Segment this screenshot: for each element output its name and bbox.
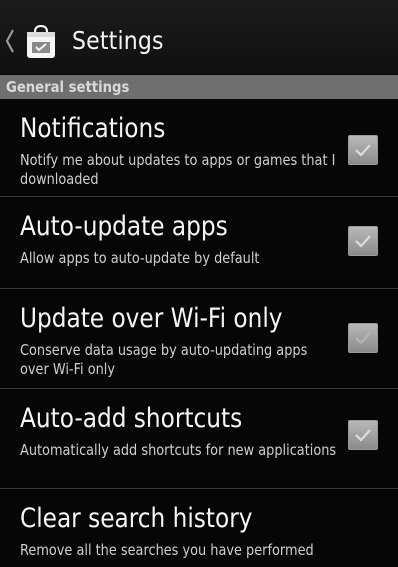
- preference-title: Notifications: [20, 113, 166, 144]
- auto-update-checkbox[interactable]: [348, 226, 378, 256]
- preference-clear-search-history[interactable]: Clear search history Remove all the sear…: [0, 488, 398, 566]
- preference-update-wifi-only[interactable]: Update over Wi-Fi only Conserve data usa…: [0, 288, 398, 388]
- section-header-label: General settings: [6, 78, 130, 96]
- preference-title: Update over Wi-Fi only: [20, 303, 283, 334]
- preference-list: Notifications Notify me about updates to…: [0, 99, 398, 566]
- preference-summary: Automatically add shortcuts for new appl…: [20, 441, 337, 459]
- preference-summary: Allow apps to auto-update by default: [20, 249, 260, 267]
- preference-title: Auto-add shortcuts: [20, 403, 243, 434]
- preference-summary: Remove all the searches you have perform…: [20, 541, 314, 559]
- auto-add-shortcuts-checkbox[interactable]: [348, 420, 378, 450]
- preference-auto-add-shortcuts[interactable]: Auto-add shortcuts Automatically add sho…: [0, 388, 398, 488]
- settings-screen: Settings General settings Notifications …: [0, 0, 398, 567]
- preference-summary: Notify me about updates to apps or games…: [20, 151, 336, 188]
- checkmark-icon: [355, 144, 371, 157]
- market-bag-icon[interactable]: [24, 24, 58, 60]
- preference-title: Auto-update apps: [20, 211, 228, 242]
- checkmark-icon: [355, 429, 371, 442]
- preference-auto-update-apps[interactable]: Auto-update apps Allow apps to auto-upda…: [0, 196, 398, 288]
- notifications-checkbox[interactable]: [348, 135, 378, 165]
- checkmark-icon: [355, 235, 371, 248]
- preference-notifications[interactable]: Notifications Notify me about updates to…: [0, 99, 398, 196]
- preference-summary: Conserve data usage by auto-updating app…: [20, 341, 308, 378]
- checkmark-icon: [355, 332, 371, 345]
- action-bar: Settings: [0, 0, 398, 74]
- wifi-only-checkbox[interactable]: [348, 323, 378, 353]
- preference-title: Clear search history: [20, 503, 253, 534]
- page-title: Settings: [72, 26, 164, 55]
- section-header-general: General settings: [0, 75, 398, 99]
- chevron-left-icon[interactable]: [4, 26, 16, 56]
